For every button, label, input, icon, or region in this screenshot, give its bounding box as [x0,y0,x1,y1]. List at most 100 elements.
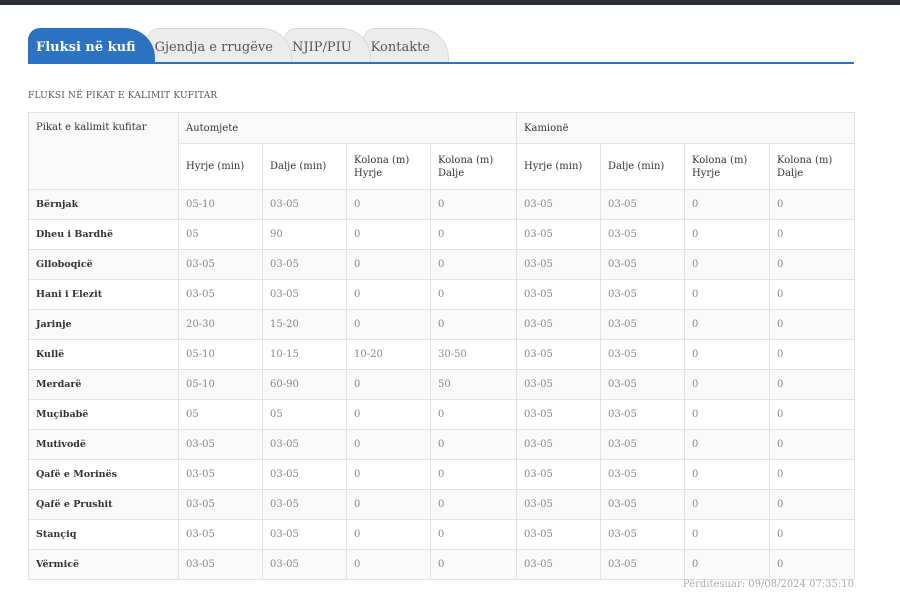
table-cell: 0 [429,489,518,520]
header-border-point: Pikat e kalimit kufitar [28,112,179,190]
table-row: Muçibabë 05 05 0 0 03-05 03-05 0 0 [28,399,856,430]
tab-njip-piu[interactable]: NJIP/PIU [283,28,371,62]
column-header: Hyrje (min) [178,143,263,190]
table-cell: 0 [346,219,431,250]
table-row: Vërmicë 03-05 03-05 0 0 03-05 03-05 0 0 [28,549,856,580]
table-cell: 03-05 [600,459,686,490]
table-cell: 0 [684,339,771,370]
table-row: Kullë 05-10 10-15 10-20 30-50 03-05 03-05 0 0 [28,339,856,370]
table-cell: 0 [769,369,856,400]
table-cell: 0 [346,489,431,520]
table-cell: 0 [429,399,518,430]
table-cell: 03-05 [600,549,686,580]
table-cell: 0 [429,309,518,340]
border-flux-table: Pikat e kalimit kufitar Automjete Kamion… [28,112,856,580]
table-cell: 03-05 [178,279,263,310]
column-header: Kolona (m) Dalje [429,143,518,190]
table-cell: 0 [769,339,856,370]
table-cell: 05-10 [178,339,263,370]
table-cell: 03-05 [516,489,602,520]
table-cell: 03-05 [600,429,686,460]
table-cell: 03-05 [262,279,347,310]
table-row: Qafë e Prushit 03-05 03-05 0 0 03-05 03-05 0 0 [28,489,856,520]
table-cell: 0 [346,549,431,580]
border-point-name: Bërnjak [28,189,179,220]
table-row: Hani i Elezit 03-05 03-05 0 0 03-05 03-05 0 0 [28,279,856,310]
table-cell: 03-05 [262,429,347,460]
table-cell: 03-05 [516,459,602,490]
table-row: Jarinje 20-30 15-20 0 0 03-05 03-05 0 0 [28,309,856,340]
table-cell: 03-05 [600,369,686,400]
table-cell: 0 [429,249,518,280]
tab-contacts[interactable]: Kontakte [362,28,450,62]
table-cell: 03-05 [516,549,602,580]
table-cell: 0 [684,549,771,580]
table-cell: 15-20 [262,309,347,340]
column-header: Hyrje (min) [516,143,602,190]
border-point-name: Jarinje [28,309,179,340]
table-cell: 10-20 [346,339,431,370]
table-cell: 0 [769,519,856,550]
table-cell: 30-50 [429,339,518,370]
border-point-name: Dheu i Bardhë [28,219,179,250]
table-cell: 03-05 [178,519,263,550]
table-cell: 0 [769,489,856,520]
table-cell: 0 [429,429,518,460]
border-point-name: Qafë e Morinës [28,459,179,490]
table-cell: 0 [346,399,431,430]
table-cell: 03-05 [262,189,347,220]
table-cell: 60-90 [262,369,347,400]
border-point-name: Vërmicë [28,549,179,580]
table-cell: 05 [178,399,263,430]
column-header: Kolona (m) Dalje [769,143,856,190]
border-point-name: Kullë [28,339,179,370]
table-cell: 0 [346,519,431,550]
column-header: Kolona (m) Hyrje [684,143,771,190]
table-cell: 0 [769,189,856,220]
table-cell: 05-10 [178,189,263,220]
table-cell: 0 [769,549,856,580]
table-row: Mutivodë 03-05 03-05 0 0 03-05 03-05 0 0 [28,429,856,460]
table-cell: 0 [429,549,518,580]
section-title: FLUKSI NË PIKAT E KALIMIT KUFITAR [28,91,218,101]
table-cell: 0 [769,399,856,430]
table-cell: 03-05 [516,339,602,370]
table-cell: 03-05 [600,399,686,430]
table-cell: 0 [429,459,518,490]
table-cell: 0 [684,519,771,550]
table-cell: 0 [684,249,771,280]
tab-border-flux[interactable]: Fluksi në kufi [28,28,155,62]
table-cell: 0 [429,519,518,550]
border-point-name: Hani i Elezit [28,279,179,310]
table-cell: 0 [684,399,771,430]
table-cell: 0 [769,279,856,310]
table-cell: 0 [346,369,431,400]
table-cell: 0 [684,189,771,220]
table-cell: 03-05 [262,549,347,580]
table-cell: 03-05 [262,489,347,520]
table-cell: 0 [684,459,771,490]
table-cell: 0 [769,309,856,340]
table-cell: 05-10 [178,369,263,400]
table-cell: 0 [684,429,771,460]
table-cell: 03-05 [516,279,602,310]
border-point-name: Glloboqicë [28,249,179,280]
table-cell: 0 [346,459,431,490]
table-cell: 03-05 [516,519,602,550]
table-cell: 03-05 [600,489,686,520]
tab-road-conditions[interactable]: Gjendja e rrugëve [146,28,292,62]
table-cell: 03-05 [262,459,347,490]
table-cell: 03-05 [516,249,602,280]
table-cell: 0 [346,429,431,460]
table-cell: 0 [684,279,771,310]
table-row: Qafë e Morinës 03-05 03-05 0 0 03-05 03-05 0 0 [28,459,856,490]
table-cell: 03-05 [178,549,263,580]
table-cell: 0 [429,279,518,310]
table-row: Dheu i Bardhë 05 90 0 0 03-05 03-05 0 0 [28,219,856,250]
table-cell: 03-05 [516,399,602,430]
table-cell: 03-05 [516,369,602,400]
table-cell: 03-05 [600,189,686,220]
border-point-name: Stançiq [28,519,179,550]
column-header: Kolona (m) Hyrje [346,143,431,190]
table-cell: 03-05 [262,519,347,550]
